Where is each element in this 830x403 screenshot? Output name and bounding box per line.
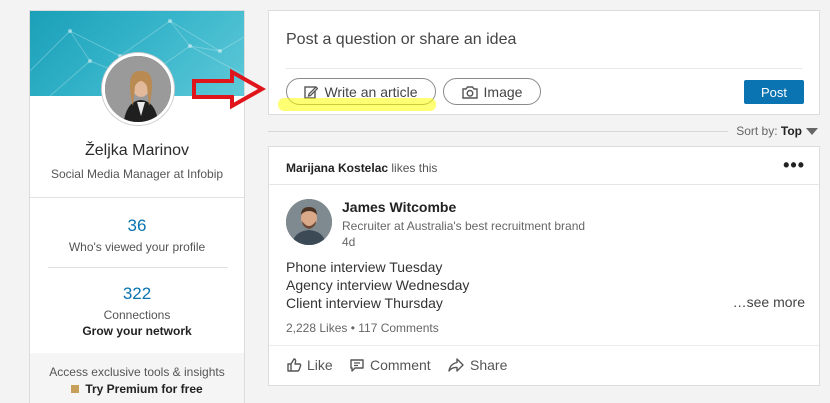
connections-label[interactable]: Connections [30,308,244,322]
comment-icon [350,359,364,372]
post-text-line: Phone interview Tuesday [286,259,443,275]
divider [30,197,244,198]
liker-suffix: likes this [391,161,438,175]
share-arrow-icon [448,358,464,372]
like-button[interactable]: Like [286,357,333,373]
profile-views-count[interactable]: 36 [30,216,244,236]
profile-avatar[interactable] [102,53,174,125]
comment-button[interactable]: Comment [349,357,431,373]
edit-icon [304,85,319,99]
sort-value: Top [780,124,802,138]
share-button[interactable]: Share [447,357,507,373]
social-activity-header: Marijana Kostelac likes this [286,161,437,175]
divider [269,345,819,346]
share-prompt-input[interactable]: Post a question or share an idea [286,31,516,49]
caret-down-icon [806,128,818,135]
image-label: Image [483,83,523,100]
camera-icon [461,85,478,99]
share-label: Share [470,357,508,373]
profile-headline: Social Media Manager at Infobip [50,167,224,181]
yellow-highlight-annotation [278,98,436,111]
post-stats[interactable]: 2,228 Likes • 117 Comments [286,321,439,335]
post-button[interactable]: Post [744,80,804,104]
author-name[interactable]: James Witcombe [342,199,456,215]
feed-post-card: Marijana Kostelac likes this ••• James W… [268,146,820,386]
image-button[interactable]: Image [443,78,541,105]
profile-avatar-image [105,56,171,122]
divider [268,131,728,132]
premium-text: Access exclusive tools & insights [49,365,225,379]
try-premium-label: Try Premium for free [85,382,203,396]
divider [269,184,819,185]
sort-label: Sort by: [736,124,778,138]
liker-name[interactable]: Marijana Kostelac [286,161,388,175]
thumbs-up-icon [287,358,302,372]
connections-count[interactable]: 322 [30,284,244,304]
premium-upsell: Access exclusive tools & insights Try Pr… [30,353,244,403]
sort-dropdown[interactable]: Sort by: Top [736,124,818,138]
post-text-line: Client interview Thursday [286,295,443,311]
divider [286,68,802,69]
red-arrow-annotation-icon [192,68,266,110]
profile-views-label[interactable]: Who's viewed your profile [30,240,244,254]
try-premium-link[interactable]: Try Premium for free [30,382,244,396]
see-more-link[interactable]: …see more [733,294,805,310]
author-avatar[interactable] [286,199,332,245]
premium-badge-icon [71,385,80,393]
author-avatar-image [286,199,332,245]
post-timestamp: 4d [342,235,356,249]
post-text-line: Agency interview Wednesday [286,277,470,293]
like-label: Like [307,357,333,373]
grow-network-link[interactable]: Grow your network [30,324,244,338]
more-options-icon[interactable]: ••• [783,155,805,176]
comment-label: Comment [370,357,431,373]
author-headline: Recruiter at Australia's best recruitmen… [342,219,586,233]
profile-name[interactable]: Željka Marinov [30,142,244,160]
divider [48,267,228,268]
